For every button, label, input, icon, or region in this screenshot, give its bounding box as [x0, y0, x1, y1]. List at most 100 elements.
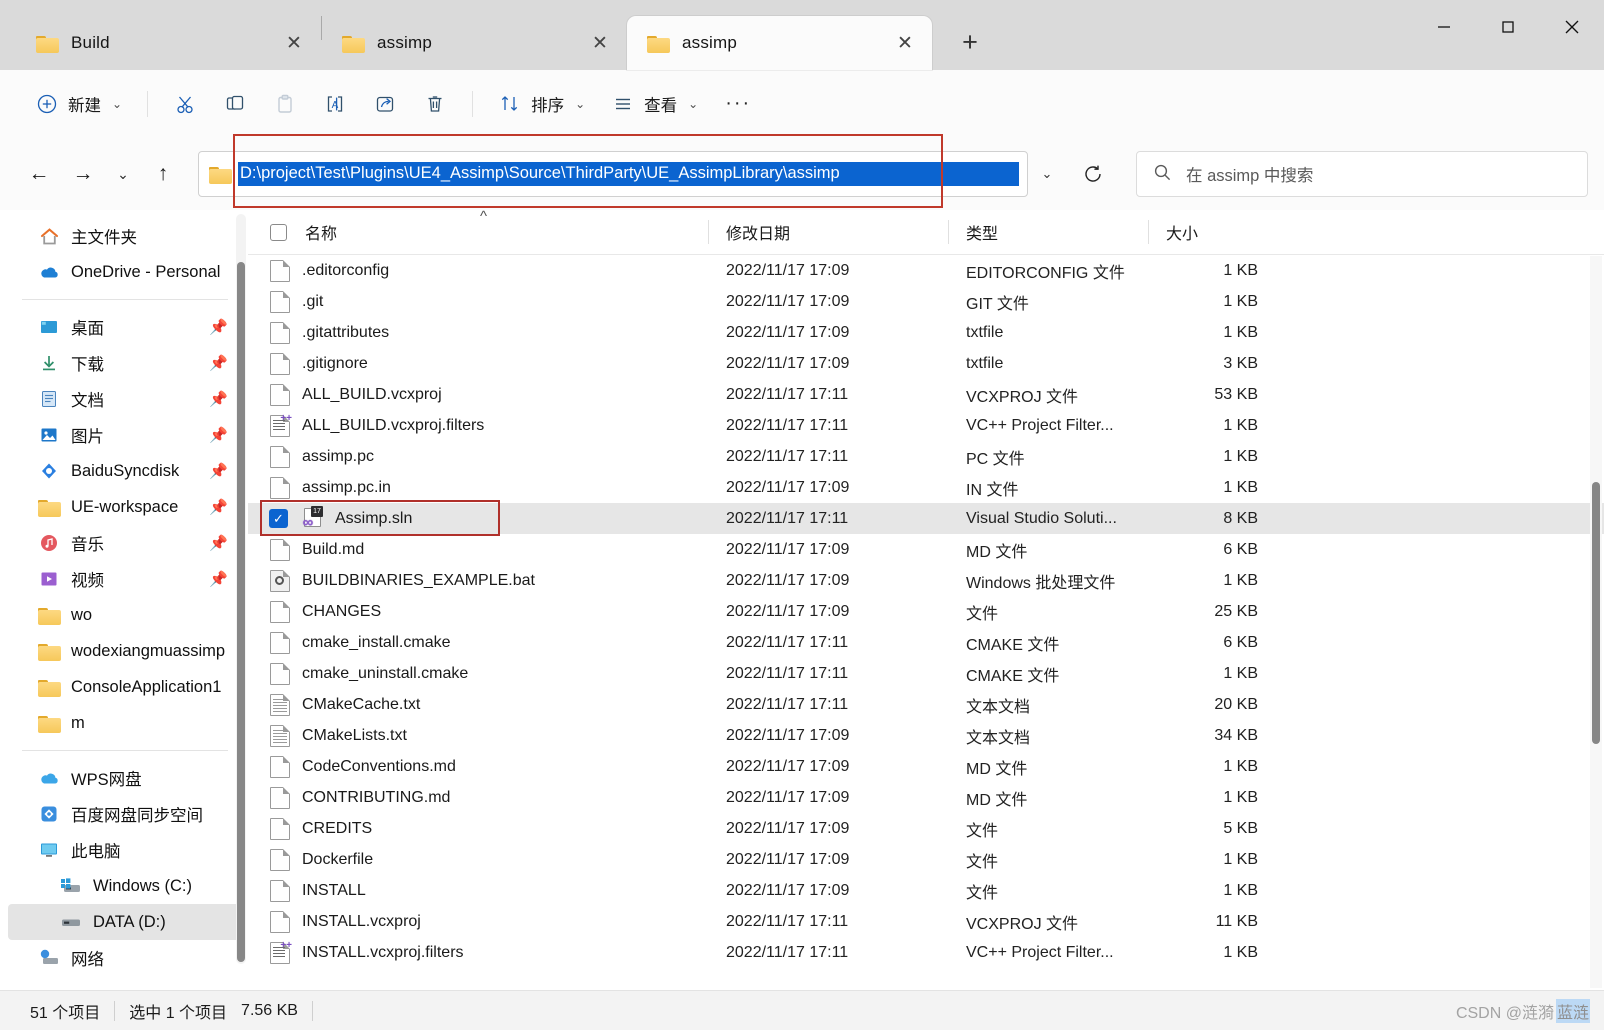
- tab-assimp-1[interactable]: assimp ✕: [322, 16, 627, 70]
- cell-name[interactable]: .gitattributes: [248, 321, 708, 344]
- close-tab-icon[interactable]: ✕: [587, 30, 613, 56]
- address-input[interactable]: D:\project\Test\Plugins\UE4_Assimp\Sourc…: [238, 162, 1019, 186]
- sidebar-item-network[interactable]: 网络: [8, 940, 240, 976]
- cell-name[interactable]: ++ INSTALL.vcxproj.filters: [248, 940, 708, 964]
- cell-name[interactable]: INSTALL: [248, 879, 708, 902]
- column-header-date[interactable]: 修改日期: [708, 210, 948, 254]
- table-row[interactable]: ALL_BUILD.vcxproj 2022/11/17 17:11 VCXPROJ…: [248, 379, 1604, 410]
- cell-name[interactable]: CMakeLists.txt: [248, 724, 708, 747]
- close-button[interactable]: [1540, 0, 1604, 54]
- cell-name[interactable]: CHANGES: [248, 600, 708, 623]
- table-row[interactable]: INSTALL 2022/11/17 17:09 文件 1 KB: [248, 875, 1604, 906]
- up-button[interactable]: ↑: [142, 153, 184, 195]
- address-dropdown-button[interactable]: ⌄: [1030, 151, 1064, 197]
- sidebar-item-baidusyncdisk[interactable]: BaiduSyncdisk 📌: [8, 453, 240, 489]
- sidebar-item-wodexiangmuassimp[interactable]: wodexiangmuassimp: [8, 633, 240, 669]
- pin-icon[interactable]: 📌: [209, 426, 228, 444]
- table-row[interactable]: CMakeLists.txt 2022/11/17 17:09 文本文档 34 KB: [248, 720, 1604, 751]
- table-row[interactable]: CodeConventions.md 2022/11/17 17:09 MD 文件 1…: [248, 751, 1604, 782]
- cell-name[interactable]: assimp.pc.in: [248, 476, 708, 499]
- share-button[interactable]: [362, 83, 408, 125]
- cell-name[interactable]: Dockerfile: [248, 848, 708, 871]
- table-row[interactable]: .gitignore 2022/11/17 17:09 txtfile 3 KB: [248, 348, 1604, 379]
- cell-name[interactable]: CodeConventions.md: [248, 755, 708, 778]
- table-row[interactable]: Build.md 2022/11/17 17:09 MD 文件 6 KB: [248, 534, 1604, 565]
- pin-icon[interactable]: 📌: [209, 570, 228, 588]
- rename-button[interactable]: A: [312, 83, 358, 125]
- table-row[interactable]: cmake_install.cmake 2022/11/17 17:11 CMAKE…: [248, 627, 1604, 658]
- sidebar-item-music[interactable]: 音乐 📌: [8, 525, 240, 561]
- cut-button[interactable]: [162, 83, 208, 125]
- cell-name[interactable]: CONTRIBUTING.md: [248, 786, 708, 809]
- new-tab-button[interactable]: +: [950, 22, 990, 62]
- table-row[interactable]: .gitattributes 2022/11/17 17:09 txtfile 1 K…: [248, 317, 1604, 348]
- sidebar-item-videos[interactable]: 视频 📌: [8, 561, 240, 597]
- tab-build[interactable]: Build ✕: [16, 16, 321, 70]
- back-button[interactable]: ←: [18, 153, 60, 195]
- sidebar-item-wps-cloud[interactable]: WPS网盘: [8, 760, 240, 796]
- cell-name[interactable]: ALL_BUILD.vcxproj: [248, 383, 708, 406]
- forward-button[interactable]: →: [62, 153, 104, 195]
- sidebar-item-consoleapplication1[interactable]: ConsoleApplication1: [8, 669, 240, 705]
- close-tab-icon[interactable]: ✕: [281, 30, 307, 56]
- table-row[interactable]: .git 2022/11/17 17:09 GIT 文件 1 KB: [248, 286, 1604, 317]
- close-tab-icon[interactable]: ✕: [892, 30, 918, 56]
- new-button[interactable]: 新建 ⌄: [24, 83, 133, 125]
- column-header-size[interactable]: 大小: [1148, 210, 1278, 254]
- table-row[interactable]: CMakeCache.txt 2022/11/17 17:11 文本文档 20 KB: [248, 689, 1604, 720]
- table-row[interactable]: .editorconfig 2022/11/17 17:09 EDITORCONFI…: [248, 255, 1604, 286]
- sidebar-scrollbar[interactable]: [236, 214, 246, 964]
- sidebar-scrollbar-thumb[interactable]: [237, 262, 245, 962]
- refresh-button[interactable]: [1070, 151, 1116, 197]
- scrollbar-thumb[interactable]: [1592, 482, 1600, 744]
- sidebar-item-home[interactable]: 主文件夹: [8, 218, 240, 254]
- row-checkbox[interactable]: ✓: [269, 509, 288, 528]
- pin-icon[interactable]: 📌: [209, 354, 228, 372]
- delete-button[interactable]: [412, 83, 458, 125]
- pin-icon[interactable]: 📌: [209, 318, 228, 336]
- table-row[interactable]: ++ ALL_BUILD.vcxproj.filters 2022/11/17 17…: [248, 410, 1604, 441]
- cell-name[interactable]: cmake_install.cmake: [248, 631, 708, 654]
- table-row[interactable]: CREDITS 2022/11/17 17:09 文件 5 KB: [248, 813, 1604, 844]
- pin-icon[interactable]: 📌: [209, 462, 228, 480]
- cell-name[interactable]: CREDITS: [248, 817, 708, 840]
- table-row[interactable]: assimp.pc 2022/11/17 17:11 PC 文件 1 KB: [248, 441, 1604, 472]
- sidebar-item-data-d[interactable]: DATA (D:): [8, 904, 240, 940]
- more-options-button[interactable]: ···: [713, 92, 763, 115]
- cell-name[interactable]: BUILDBINARIES_EXAMPLE.bat: [248, 569, 708, 592]
- cell-name[interactable]: CMakeCache.txt: [248, 693, 708, 716]
- column-header-type[interactable]: 类型: [948, 210, 1148, 254]
- address-bar[interactable]: D:\project\Test\Plugins\UE4_Assimp\Sourc…: [198, 151, 1028, 197]
- sidebar-item-this-pc[interactable]: 此电脑: [8, 832, 240, 868]
- sidebar-item-pictures[interactable]: 图片 📌: [8, 417, 240, 453]
- table-row[interactable]: INSTALL.vcxproj 2022/11/17 17:11 VCXPROJ 文…: [248, 906, 1604, 937]
- table-row[interactable]: assimp.pc.in 2022/11/17 17:09 IN 文件 1 KB: [248, 472, 1604, 503]
- maximize-button[interactable]: [1476, 0, 1540, 54]
- sidebar-item-documents[interactable]: 文档 📌: [8, 381, 240, 417]
- minimize-button[interactable]: [1412, 0, 1476, 54]
- pin-icon[interactable]: 📌: [209, 498, 228, 516]
- table-row[interactable]: Dockerfile 2022/11/17 17:09 文件 1 KB: [248, 844, 1604, 875]
- table-row[interactable]: BUILDBINARIES_EXAMPLE.bat 2022/11/17 17:0…: [248, 565, 1604, 596]
- cell-name[interactable]: .editorconfig: [248, 259, 708, 282]
- sidebar-item-wo[interactable]: wo: [8, 597, 240, 633]
- cell-name[interactable]: ++ ALL_BUILD.vcxproj.filters: [248, 413, 708, 437]
- cell-name[interactable]: .git: [248, 290, 708, 313]
- sidebar-item-desktop[interactable]: 桌面 📌: [8, 309, 240, 345]
- sidebar-item-ue-workspace[interactable]: UE-workspace 📌: [8, 489, 240, 525]
- sidebar-item-baidu-cloud[interactable]: 百度网盘同步空间: [8, 796, 240, 832]
- sidebar-item-windows-c[interactable]: Windows (C:): [8, 868, 240, 904]
- view-button[interactable]: 查看 ⌄: [600, 83, 709, 125]
- cell-name[interactable]: ✓ 17 ∞ Assimp.sln: [248, 505, 708, 530]
- cell-name[interactable]: assimp.pc: [248, 445, 708, 468]
- sidebar-item-m[interactable]: m: [8, 705, 240, 741]
- cell-name[interactable]: cmake_uninstall.cmake: [248, 662, 708, 685]
- table-row[interactable]: cmake_uninstall.cmake 2022/11/17 17:11 CMA…: [248, 658, 1604, 689]
- cell-name[interactable]: INSTALL.vcxproj: [248, 910, 708, 933]
- pin-icon[interactable]: 📌: [209, 534, 228, 552]
- search-box[interactable]: 在 assimp 中搜索: [1136, 151, 1588, 197]
- sidebar-item-downloads[interactable]: 下载 📌: [8, 345, 240, 381]
- cell-name[interactable]: .gitignore: [248, 352, 708, 375]
- copy-button[interactable]: [212, 83, 258, 125]
- table-row[interactable]: ✓ 17 ∞ Assimp.sln 2022/11/17 17:11 Visual Stu…: [248, 503, 1604, 534]
